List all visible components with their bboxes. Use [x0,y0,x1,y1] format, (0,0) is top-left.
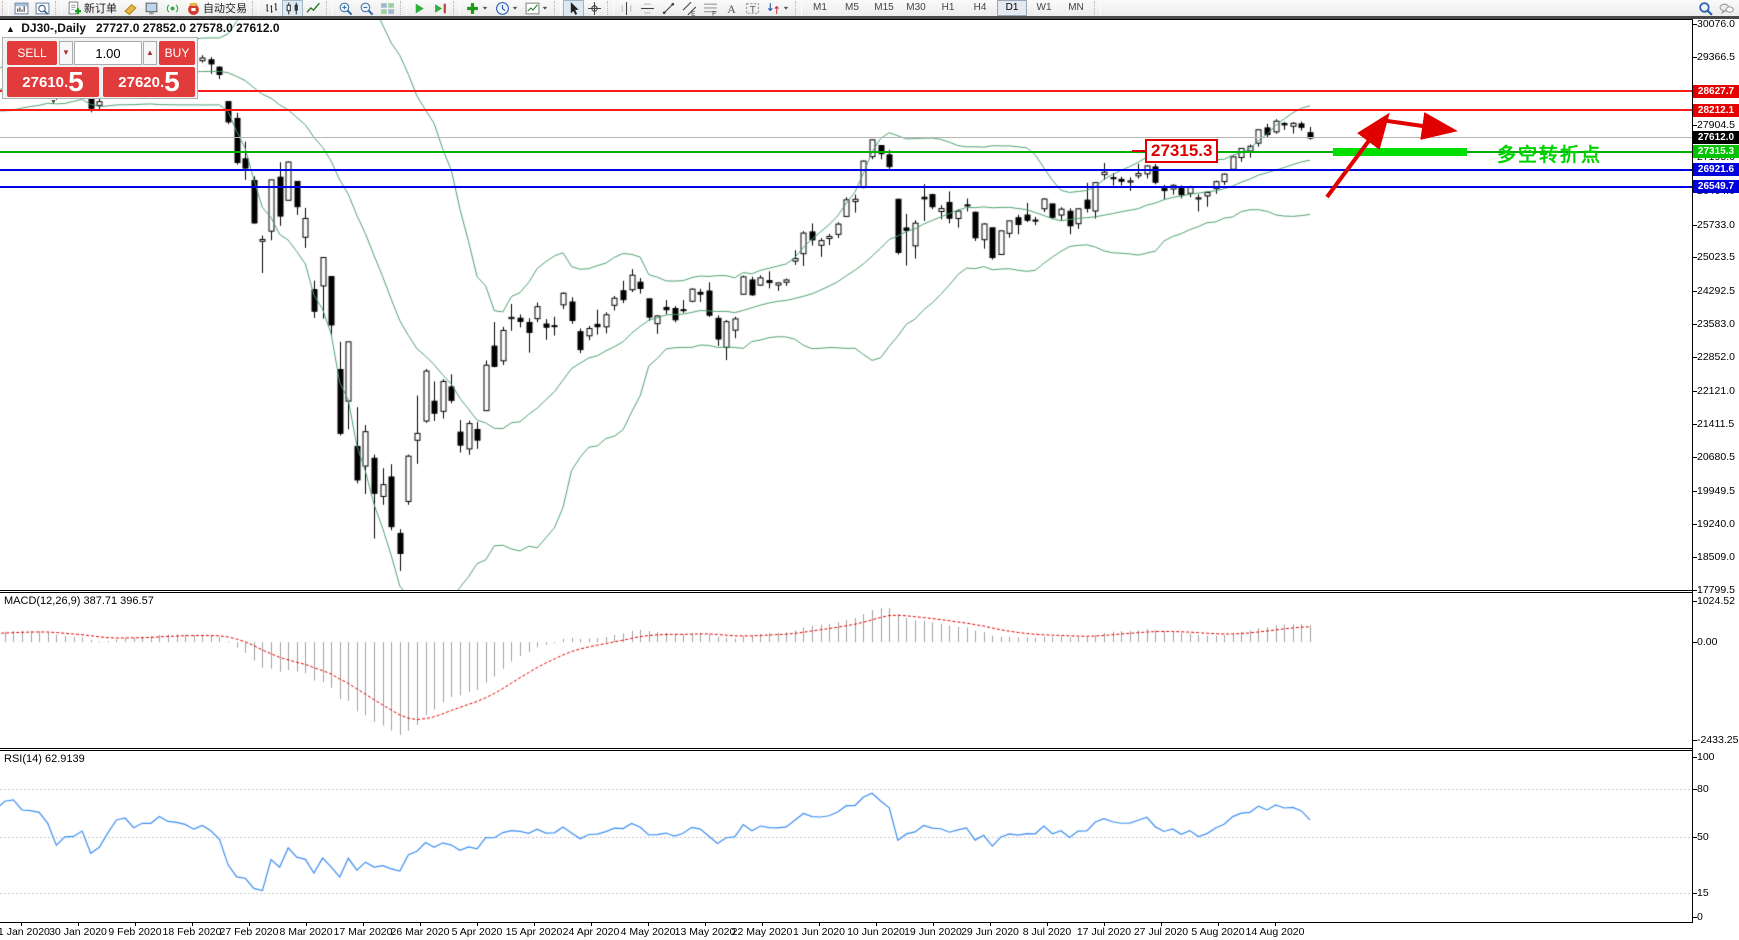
bars-button[interactable] [261,0,282,17]
volume-increase-button[interactable]: ▲ [143,41,157,65]
svg-text:E: E [691,10,695,16]
toolbar: 新订单 自动交易 E F A T M1M5M15M30H1H4D1W1MN [0,0,1739,16]
chart-window-button[interactable] [11,0,32,17]
chat-icon[interactable] [1716,0,1737,17]
svg-text:F: F [712,10,716,16]
toolbar-separator [607,1,614,15]
toolbar-separator [1094,1,1101,15]
vline-button[interactable] [616,0,637,17]
text-button[interactable]: A [721,0,742,17]
toolbar-separator [2,1,9,15]
sell-price-pip: 5 [68,68,84,96]
autoscroll-button[interactable] [409,0,430,17]
eraser-button[interactable] [120,0,141,17]
toolbar-separator [252,1,259,15]
new-order-label: 新订单 [84,0,117,16]
channel-button[interactable]: E [679,0,700,17]
chevron-down-icon[interactable] [481,1,489,15]
tile-windows-button[interactable] [377,0,398,17]
templates-button[interactable] [522,0,552,17]
timeframe-W1[interactable]: W1 [1029,0,1059,16]
toolbar-separator [453,1,460,15]
zoom-out-button[interactable] [356,0,377,17]
shift-end-button[interactable] [430,0,451,17]
toolbar-separator [326,1,333,15]
sell-price-main: 27610 [22,70,64,96]
signal-button[interactable] [162,0,183,17]
new-order-button[interactable]: 新订单 [64,0,120,17]
panel-collapse-icon[interactable]: ▼ [50,99,57,106]
hline-button[interactable] [637,0,658,17]
data-window-button[interactable] [32,0,53,17]
terminal-button[interactable] [141,0,162,17]
timeframe-H4[interactable]: H4 [965,0,995,16]
svg-text:T: T [750,4,756,15]
autotrade-label: 自动交易 [203,0,247,16]
toolbar-separator [55,1,62,15]
sell-button[interactable]: SELL [7,41,57,65]
indicators-button[interactable] [462,0,492,17]
crosshair-button[interactable] [584,0,605,17]
timeframe-H1[interactable]: H1 [933,0,963,16]
toolbar-right [1695,0,1737,16]
toolbar-separator [795,1,802,15]
buy-price-pip: 5 [164,68,180,96]
sell-price-button[interactable]: 27610.5 [7,67,99,97]
svg-text:A: A [727,2,736,15]
timeframe-M15[interactable]: M15 [869,0,899,16]
timeframe-M1[interactable]: M1 [805,0,835,16]
chevron-down-icon[interactable] [541,1,549,15]
buy-button[interactable]: BUY [159,41,195,65]
buy-price-main: 27620 [118,70,160,96]
trend-arrows [0,0,1739,940]
toolbar-separator [554,1,561,15]
volume-input[interactable] [74,41,142,65]
search-icon[interactable] [1695,0,1716,17]
arrows-button[interactable] [763,0,793,17]
toolbar-separator [0,16,1739,19]
toolbar-separator [400,1,407,15]
timeframe-D1[interactable]: D1 [997,0,1027,16]
one-click-trade-panel: SELL ▼ ▲ BUY 27610.5 27620.5 [2,37,198,99]
buy-price-button[interactable]: 27620.5 [103,67,195,97]
candles-button[interactable] [282,0,303,17]
chevron-down-icon[interactable] [511,1,519,15]
autotrade-button[interactable]: 自动交易 [183,0,250,17]
cursor-button[interactable] [563,0,584,17]
periods-button[interactable] [492,0,522,17]
linechart-button[interactable] [303,0,324,17]
zoom-in-button[interactable] [335,0,356,17]
chevron-down-icon[interactable] [782,1,790,15]
timeframe-M30[interactable]: M30 [901,0,931,16]
timeframe-M5[interactable]: M5 [837,0,867,16]
timeframe-MN[interactable]: MN [1061,0,1091,16]
label-button[interactable]: T [742,0,763,17]
trendline-button[interactable] [658,0,679,17]
mt4-window: 新订单自动交易EFATM1M5M15M30H1H4D1W1MN 30076.02… [0,0,1739,940]
volume-decrease-button[interactable]: ▼ [59,41,73,65]
fibonacci-button[interactable]: F [700,0,721,17]
